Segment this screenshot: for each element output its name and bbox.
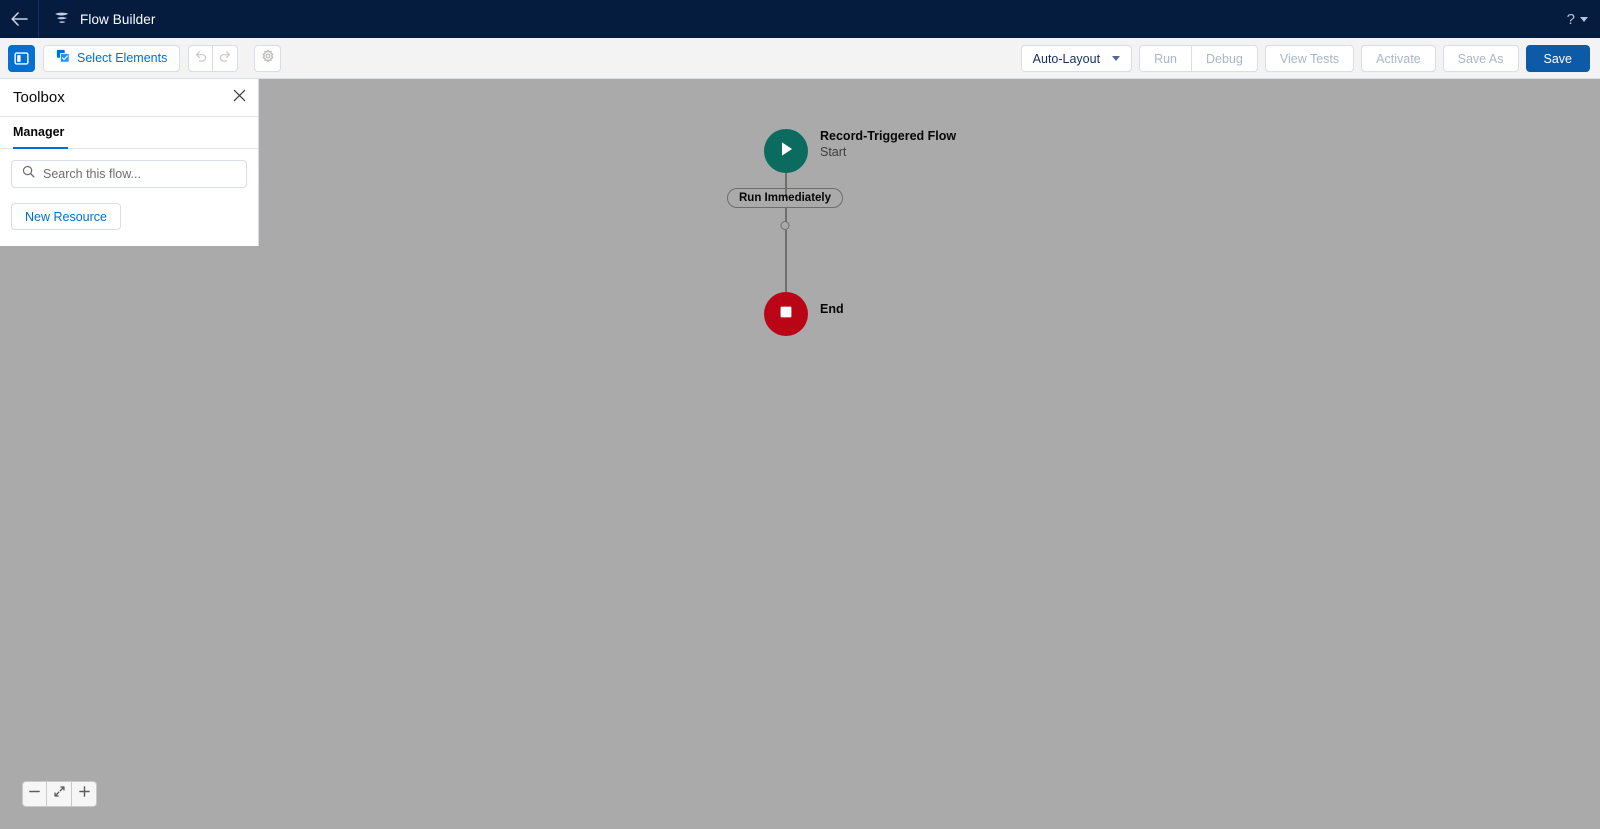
flow-settings-button[interactable] — [254, 44, 282, 72]
toggle-toolbox-button[interactable] — [8, 44, 35, 72]
flow-diagram: Record-Triggered Flow Start Run Immediat… — [726, 129, 1164, 336]
redo-button[interactable] — [213, 44, 239, 72]
add-element-node-icon[interactable] — [780, 221, 790, 230]
layout-mode-label: Auto-Layout — [1032, 51, 1101, 66]
help-menu-button[interactable]: ? — [1567, 0, 1588, 38]
app-header: Flow Builder ? — [0, 0, 1600, 38]
select-elements-button[interactable]: Select Elements — [43, 44, 181, 72]
view-tests-button[interactable]: View Tests — [1264, 45, 1355, 72]
toolbox-panel: Toolbox Manager Search this flow... New … — [0, 79, 259, 246]
search-icon — [22, 165, 35, 183]
layout-mode-dropdown[interactable]: Auto-Layout — [1020, 45, 1133, 72]
app-brand: Flow Builder — [39, 10, 155, 28]
minus-icon — [28, 785, 41, 803]
start-node-title: Record-Triggered Flow — [820, 129, 957, 143]
toolbox-tabs: Manager — [0, 117, 258, 149]
run-button[interactable]: Run — [1139, 45, 1192, 72]
tab-manager-label: Manager — [13, 125, 65, 139]
close-toolbox-button[interactable] — [231, 89, 247, 107]
select-elements-icon — [56, 49, 70, 68]
run-immediately-pill[interactable]: Run Immediately — [726, 188, 844, 208]
toolbar-left-group: Select Elements — [8, 44, 282, 72]
connector-dot-to-end — [785, 230, 787, 292]
redo-icon — [218, 49, 232, 68]
end-node[interactable]: End — [764, 292, 1164, 336]
zoom-out-button[interactable] — [22, 781, 47, 807]
panel-toggle-icon — [14, 51, 29, 66]
start-node-label: Record-Triggered Flow Start — [820, 128, 956, 160]
toolbar-right-group: Auto-Layout Run Debug View Tests Activat… — [1020, 38, 1590, 79]
start-node-subtitle: Start — [820, 145, 847, 159]
chevron-down-icon — [1580, 16, 1588, 22]
plus-icon — [78, 785, 91, 803]
connector-pill-to-dot — [785, 208, 787, 222]
end-node-label: End — [820, 291, 844, 317]
help-icon: ? — [1566, 10, 1575, 28]
toolbox-header: Toolbox — [0, 79, 258, 117]
toolbox-title: Toolbox — [13, 89, 65, 106]
close-icon — [233, 89, 246, 107]
arrow-left-icon — [10, 12, 28, 26]
fit-to-view-icon — [53, 785, 66, 803]
gear-icon — [261, 49, 275, 68]
save-as-button[interactable]: Save As — [1442, 45, 1519, 72]
undo-button[interactable] — [188, 44, 214, 72]
app-title: Flow Builder — [80, 11, 156, 27]
select-elements-label: Select Elements — [77, 51, 168, 65]
chevron-down-icon — [1112, 56, 1121, 61]
new-resource-button[interactable]: New Resource — [11, 203, 121, 230]
flow-toolbar: Select Elements Auto-Layout Run Debug Vi… — [0, 38, 1600, 79]
zoom-in-button[interactable] — [72, 781, 97, 807]
start-node-circle[interactable] — [764, 129, 808, 173]
toolbox-body: New Resource — [0, 149, 258, 246]
undo-icon — [194, 49, 208, 68]
search-input[interactable] — [43, 167, 236, 181]
activate-button[interactable]: Activate — [1361, 45, 1436, 72]
save-button[interactable]: Save — [1525, 45, 1590, 72]
stop-square-icon — [777, 303, 795, 326]
undo-redo-group — [188, 44, 239, 72]
debug-button[interactable]: Debug — [1191, 45, 1258, 72]
back-button[interactable] — [0, 0, 38, 38]
flow-builder-logo-icon — [53, 10, 71, 28]
play-icon — [776, 139, 796, 164]
main-area: Record-Triggered Flow Start Run Immediat… — [0, 79, 1600, 829]
end-node-circle[interactable] — [764, 292, 808, 336]
tab-manager[interactable]: Manager — [13, 117, 69, 149]
fit-to-view-button[interactable] — [47, 781, 72, 807]
end-node-title: End — [820, 302, 844, 316]
zoom-controls — [22, 781, 97, 807]
search-flow-box[interactable] — [11, 160, 247, 188]
start-node[interactable]: Record-Triggered Flow Start — [764, 129, 1164, 173]
